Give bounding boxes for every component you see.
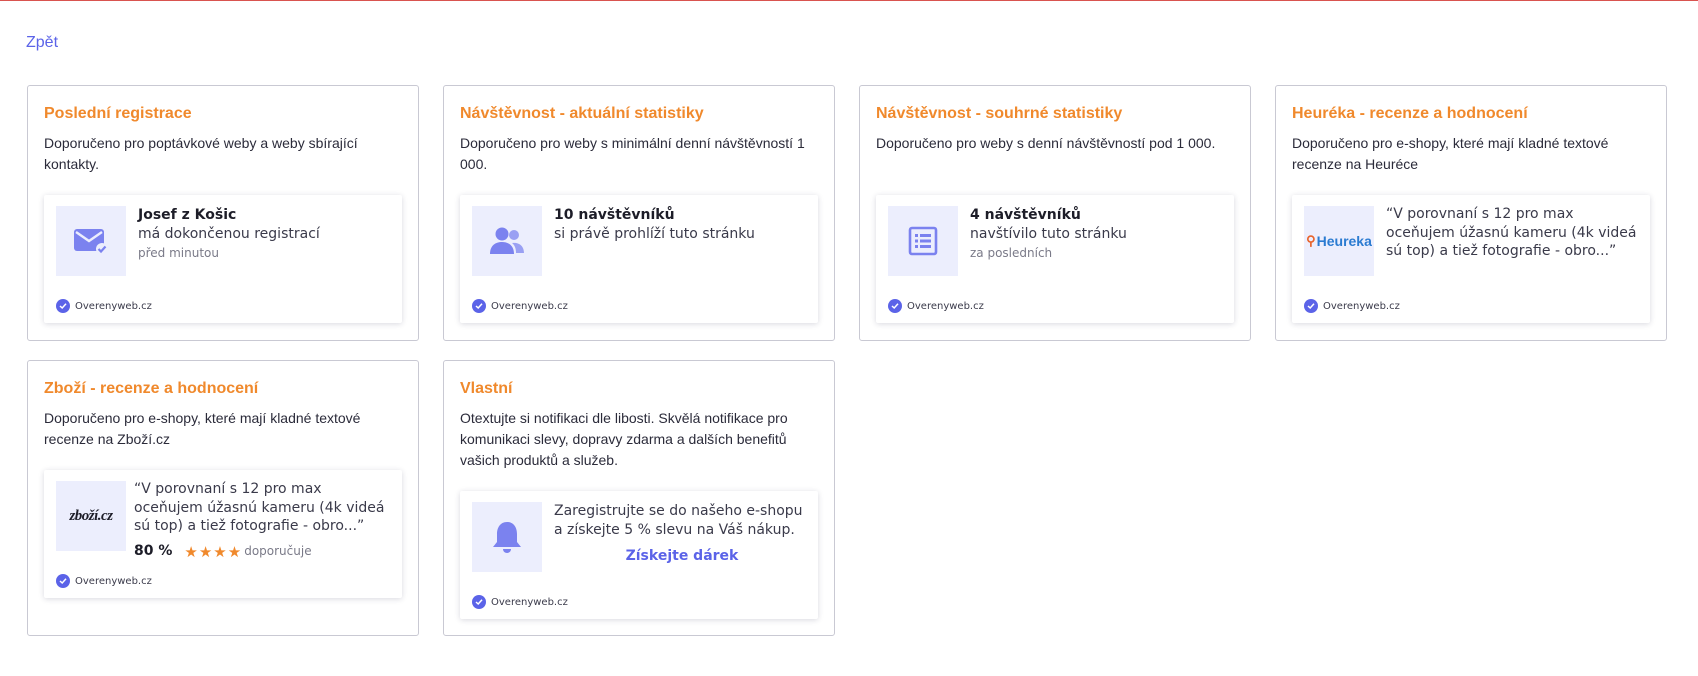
verified-badge: Overenyweb.cz <box>56 299 152 313</box>
card-description: Otextujte si notifikaci dle libosti. Skv… <box>460 410 788 468</box>
zbozi-logo: zboží.cz <box>56 481 126 551</box>
verified-badge: Overenyweb.cz <box>888 299 984 313</box>
check-icon <box>56 299 70 313</box>
check-icon <box>472 595 486 609</box>
verified-label: Overenyweb.cz <box>907 300 984 312</box>
rating-row: 80 % ★★★★ doporučuje <box>134 542 394 561</box>
notification-headline: Josef z Košic <box>138 207 237 223</box>
rating-label: doporučuje <box>244 544 312 558</box>
card-title: Heuréka - recenze a hodnocení <box>1292 105 1528 122</box>
heureka-logo-text: Heureka <box>1316 233 1372 249</box>
star-icon: ★ <box>213 542 227 561</box>
notification-preview: zboží.cz “V porovnaní s 12 pro max oceňu… <box>44 470 402 598</box>
notification-headline: 10 návštěvníků <box>554 207 675 223</box>
zbozi-logo-text: zboží.cz <box>69 507 113 524</box>
bell-icon <box>472 502 542 572</box>
card-title: Poslední registrace <box>44 105 192 122</box>
review-quote: “V porovnaní s 12 pro max oceňujem úžasn… <box>134 481 385 534</box>
notification-text: Zaregistrujte se do našeho e-shopu a zís… <box>554 503 803 538</box>
notification-meta: před minutou <box>138 246 219 260</box>
verified-label: Overenyweb.cz <box>491 596 568 608</box>
card-title: Návštěvnost - aktuální statistiky <box>460 105 704 122</box>
verified-badge: Overenyweb.cz <box>56 574 152 588</box>
card-title: Zboží - recenze a hodnocení <box>44 380 259 397</box>
verified-label: Overenyweb.cz <box>491 300 568 312</box>
heureka-logo: ⚲ Heureka <box>1304 206 1374 276</box>
notification-meta: za posledních <box>970 246 1053 260</box>
card-custom[interactable]: Vlastní Otextujte si notifikaci dle libo… <box>443 360 835 636</box>
rating-stars: ★★★★ <box>184 542 242 561</box>
review-quote: “V porovnaní s 12 pro max oceňujem úžasn… <box>1386 206 1637 259</box>
verified-badge: Overenyweb.cz <box>1304 299 1400 313</box>
verified-badge: Overenyweb.cz <box>472 299 568 313</box>
card-traffic-live[interactable]: Návštěvnost - aktuální statistiky Doporu… <box>443 85 835 341</box>
notification-text: navštívilo tuto stránku <box>970 226 1127 242</box>
star-icon: ★ <box>198 542 213 561</box>
card-zbozi-reviews[interactable]: Zboží - recenze a hodnocení Doporučeno p… <box>27 360 419 636</box>
notification-preview: 10 návštěvníků si právě prohlíží tuto st… <box>460 195 818 323</box>
notification-preview: Josef z Košic má dokončenou registrací p… <box>44 195 402 323</box>
top-border-line <box>0 0 1698 1</box>
envelope-check-icon <box>56 206 126 276</box>
notification-preview: Zaregistrujte se do našeho e-shopu a zís… <box>460 491 818 619</box>
card-title: Návštěvnost - souhrné statistiky <box>876 105 1123 122</box>
card-last-registration[interactable]: Poslední registrace Doporučeno pro poptá… <box>27 85 419 341</box>
card-traffic-summary[interactable]: Návštěvnost - souhrné statistiky Doporuč… <box>859 85 1251 341</box>
verified-label: Overenyweb.cz <box>75 575 152 587</box>
verified-label: Overenyweb.cz <box>75 300 152 312</box>
card-description: Doporučeno pro weby s denní návštěvností… <box>876 135 1216 151</box>
card-title: Vlastní <box>460 380 513 397</box>
notification-preview: 4 návštěvníků navštívilo tuto stránku za… <box>876 195 1234 323</box>
rating-percent: 80 % <box>134 543 173 559</box>
notification-text: má dokončenou registrací <box>138 226 320 242</box>
card-heureka-reviews[interactable]: Heuréka - recenze a hodnocení Doporučeno… <box>1275 85 1667 341</box>
users-icon <box>472 206 542 276</box>
check-icon <box>472 299 486 313</box>
notification-headline: 4 návštěvníků <box>970 207 1081 223</box>
list-icon <box>888 206 958 276</box>
star-icon: ★ <box>227 542 242 561</box>
card-description: Doporučeno pro weby s minimální denní ná… <box>460 135 805 172</box>
check-icon <box>1304 299 1318 313</box>
notification-preview: ⚲ Heureka “V porovnaní s 12 pro max oceňu… <box>1292 195 1650 323</box>
back-link[interactable]: Zpět <box>26 34 58 52</box>
verified-badge: Overenyweb.cz <box>472 595 568 609</box>
check-icon <box>56 574 70 588</box>
verified-label: Overenyweb.cz <box>1323 300 1400 312</box>
heureka-q-icon: ⚲ <box>1306 233 1316 248</box>
star-icon: ★ <box>184 542 198 561</box>
card-description: Doporučeno pro poptávkové weby a weby sb… <box>44 135 358 172</box>
notification-text: si právě prohlíží tuto stránku <box>554 226 755 242</box>
card-description: Doporučeno pro e-shopy, které mají kladn… <box>1292 135 1609 172</box>
card-description: Doporučeno pro e-shopy, které mají kladn… <box>44 410 361 447</box>
check-icon <box>888 299 902 313</box>
get-gift-button[interactable]: Získejte dárek <box>554 548 810 564</box>
